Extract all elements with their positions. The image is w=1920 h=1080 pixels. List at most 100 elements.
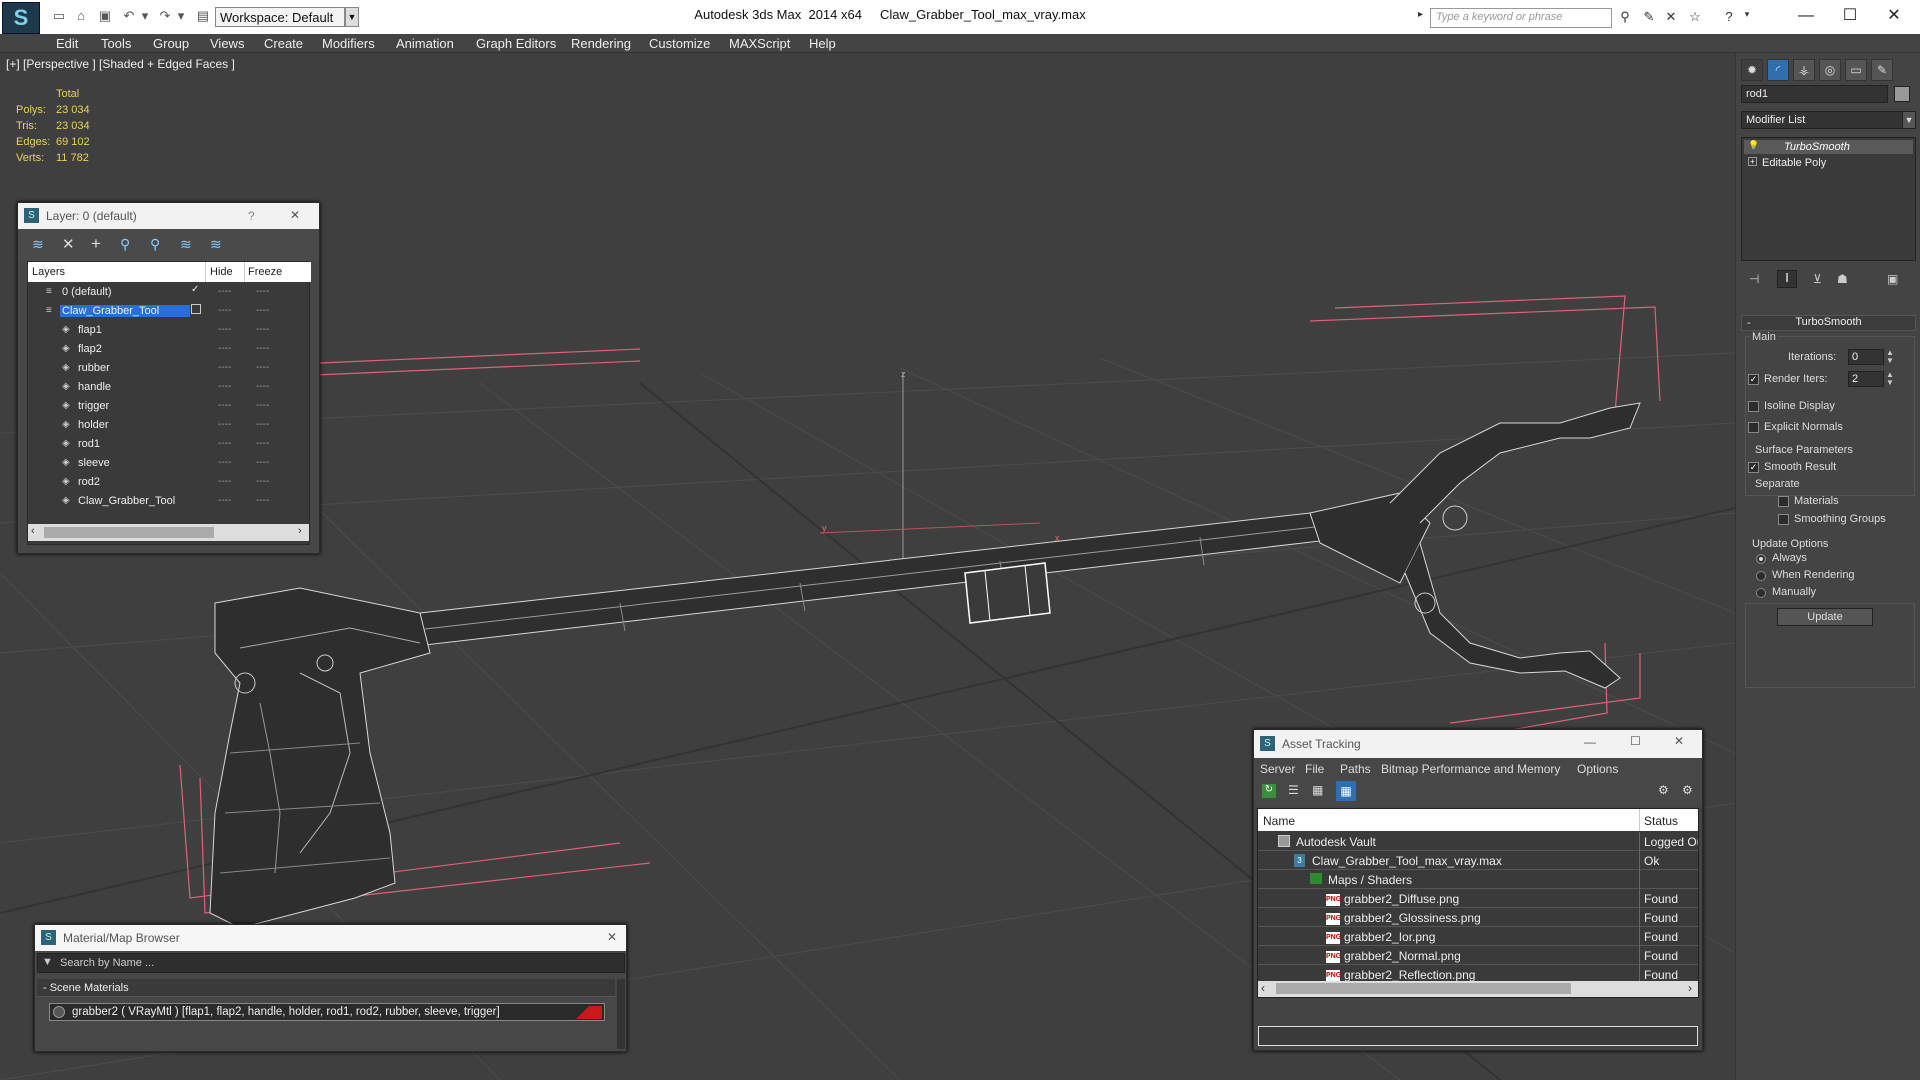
lightbulb-icon[interactable]: 💡 [1748,140,1759,151]
iterations-spinner[interactable]: 0 [1848,349,1884,365]
render-iters-spinner[interactable]: 2 [1848,371,1884,387]
undo-dropdown-icon[interactable]: ▾ [136,8,154,24]
freeze-toggle[interactable]: ---- [256,495,269,506]
scroll-right-icon[interactable]: › [1688,981,1692,995]
object-name-field[interactable]: rod1 [1741,85,1888,103]
modifier-list-dropdown[interactable]: Modifier List [1741,111,1903,129]
layer-row[interactable]: ◈ flap1 ---- ---- [28,321,311,340]
scroll-thumb[interactable] [1276,983,1571,994]
manually-radio[interactable] [1756,588,1766,598]
maximize-icon[interactable]: ☐ [1830,4,1870,28]
layer-row[interactable]: ◈ holder ---- ---- [28,416,311,435]
delete-layer-icon[interactable]: ✕ [62,235,75,253]
freeze-toggle[interactable]: ---- [256,305,269,316]
asset-row[interactable]: PNG grabber2_Ior.png Found [1258,927,1698,946]
hide-toggle[interactable]: ---- [218,495,231,506]
new-file-icon[interactable]: ▭ [50,8,68,24]
scroll-left-icon[interactable]: ‹ [31,525,35,537]
layer-row[interactable]: ◈ trigger ---- ---- [28,397,311,416]
collapse-icon[interactable]: - [1747,317,1751,329]
spinner-arrows-icon[interactable]: ▲ ▼ [1886,371,1894,387]
viewport-label-menu[interactable]: [+] [Perspective ] [Shaded + Edged Faces… [6,57,235,71]
menu-group[interactable]: Group [153,36,189,51]
material-item[interactable]: grabber2 ( VRayMtl ) [flap1, flap2, hand… [49,1003,605,1021]
scroll-thumb[interactable] [44,527,214,538]
freeze-toggle[interactable]: ---- [256,286,269,297]
freeze-toggle[interactable]: ---- [256,400,269,411]
binoculars-icon[interactable]: ⚲ [1616,9,1634,25]
expand-icon[interactable]: + [1748,157,1757,166]
table-view-icon[interactable]: ▦ [1336,781,1356,801]
create-layer-icon[interactable]: ≋ [32,236,44,253]
freeze-toggle[interactable]: ---- [256,343,269,354]
object-color-swatch[interactable] [1894,86,1910,102]
expand-search-icon[interactable]: ▸ [1418,9,1428,25]
refresh-icon[interactable]: ↻ [1262,784,1276,798]
layer-row[interactable]: ◈ Claw_Grabber_Tool ---- ---- [28,492,311,511]
add-to-layer-icon[interactable]: + [91,234,101,254]
freeze-toggle[interactable]: ---- [256,438,269,449]
asset-row[interactable]: PNG grabber2_Glossiness.png Found [1258,908,1698,927]
horizontal-scrollbar[interactable]: ‹ › [28,524,309,541]
freeze-all-layers-icon[interactable]: ≋ [210,236,222,253]
menu-bitmap-performance[interactable]: Bitmap Performance and Memory [1381,762,1560,776]
freeze-toggle[interactable]: ---- [256,419,269,430]
menu-animation[interactable]: Animation [396,36,454,51]
current-layer-checkbox[interactable] [191,304,201,314]
layer-row[interactable]: ◈ rod2 ---- ---- [28,473,311,492]
update-button[interactable]: Update [1777,608,1873,626]
layer-row[interactable]: ◈ rubber ---- ---- [28,359,311,378]
motion-tab-icon[interactable]: ◎ [1819,59,1841,81]
asset-row[interactable]: Autodesk Vault Logged Ou [1258,832,1698,851]
workspace-dropdown-icon[interactable]: ▼ [345,7,359,27]
smoothing-groups-checkbox[interactable] [1778,514,1789,525]
hide-toggle[interactable]: ---- [218,438,231,449]
freeze-toggle[interactable]: ---- [256,381,269,392]
menu-server[interactable]: Server [1260,762,1295,776]
asset-row[interactable]: PNG grabber2_Diffuse.png Found [1258,889,1698,908]
hide-toggle[interactable]: ---- [218,305,231,316]
open-file-icon[interactable]: ⌂ [72,8,90,24]
menu-file[interactable]: File [1305,762,1324,776]
display-tab-icon[interactable]: ▭ [1845,59,1867,81]
asset-tracking-titlebar[interactable]: S Asset Tracking — ☐ ✕ [1254,730,1702,758]
menu-graph-editors[interactable]: Graph Editors [476,36,556,51]
save-file-icon[interactable]: ▣ [96,8,114,24]
minimize-icon[interactable]: — [1584,735,1596,749]
hide-column-header[interactable]: Hide [210,266,233,278]
close-icon[interactable]: ✕ [1874,4,1914,28]
pin-stack-icon[interactable]: ⊣ [1749,272,1759,286]
menu-modifiers[interactable]: Modifiers [322,36,375,51]
when-rendering-radio[interactable] [1756,571,1766,581]
turbosmooth-rollout-header[interactable]: - TurboSmooth [1741,315,1916,331]
thumbnail-view-icon[interactable]: ▦ [1312,783,1323,797]
spinner-arrows-icon[interactable]: ▲ ▼ [1886,349,1894,365]
close-icon[interactable]: ✕ [1674,734,1684,748]
search-options-icon[interactable]: ▼ [42,956,53,968]
name-column-header[interactable]: Name [1263,814,1295,828]
freeze-toggle[interactable]: ---- [256,362,269,373]
hide-toggle[interactable]: ---- [218,400,231,411]
current-layer-checkbox[interactable]: ✓ [191,285,201,295]
scroll-left-icon[interactable]: ‹ [1261,981,1265,995]
menu-tools[interactable]: Tools [101,36,131,51]
select-in-layer-icon[interactable]: ⚲ [120,236,130,253]
hide-toggle[interactable]: ---- [218,381,231,392]
communication-icon[interactable]: ✕ [1662,9,1680,25]
stack-item-editable-poly[interactable]: + Editable Poly [1744,156,1913,170]
vertical-scrollbar[interactable] [617,979,625,1049]
list-view-icon[interactable]: ☰ [1288,783,1299,797]
freeze-toggle[interactable]: ---- [256,476,269,487]
app-logo-button[interactable]: S [2,2,40,34]
maximize-icon[interactable]: ☐ [1630,734,1641,748]
show-end-result-icon[interactable]: Ⅰ [1777,270,1797,288]
asset-row[interactable]: 3 Claw_Grabber_Tool_max_vray.max Ok [1258,851,1698,870]
layer-row[interactable]: ◈ flap2 ---- ---- [28,340,311,359]
render-iters-checkbox[interactable]: ✓ [1748,374,1759,385]
menu-help[interactable]: Help [809,36,836,51]
hide-toggle[interactable]: ---- [218,457,231,468]
hide-toggle[interactable]: ---- [218,343,231,354]
hide-toggle[interactable]: ---- [218,286,231,297]
create-tab-icon[interactable]: ✹ [1741,59,1763,81]
freeze-column-header[interactable]: Freeze [248,266,282,278]
